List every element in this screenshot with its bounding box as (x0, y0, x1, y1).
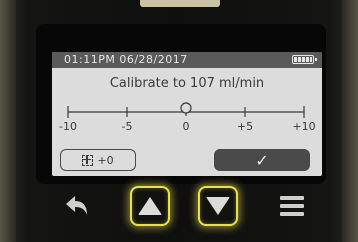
hardware-keypad (50, 186, 340, 230)
device-edge-left (0, 0, 16, 242)
scale-label-minus5: -5 (121, 120, 133, 133)
datetime: 01:11PM 06/28/2017 (64, 53, 188, 66)
down-triangle-icon (206, 197, 230, 215)
scale-label-minus10: -10 (59, 120, 77, 133)
menu-icon (280, 196, 304, 216)
scale-indicator-knob (180, 102, 192, 114)
zero-offset-label: +0 (97, 153, 114, 167)
up-key[interactable] (130, 186, 170, 226)
device-body: 01:11PM 06/28/2017 Calibrate to 107 ml/m… (0, 0, 358, 242)
scale-label-zero: 0 (182, 120, 190, 133)
battery-full-icon (292, 55, 317, 64)
lcd-screen: 01:11PM 06/28/2017 Calibrate to 107 ml/m… (52, 52, 322, 176)
checkmark-icon: ✓ (255, 150, 269, 170)
back-key[interactable] (58, 186, 98, 226)
calibration-scale[interactable]: -10 -5 0 +5 +10 (52, 100, 322, 140)
calibrate-title: Calibrate to 107 ml/min (109, 76, 265, 91)
up-triangle-icon (138, 197, 162, 215)
status-bar: 01:11PM 06/28/2017 (52, 52, 322, 68)
down-key[interactable] (198, 186, 238, 226)
scale-label-plus10: +10 (292, 120, 316, 133)
scale-label-plus5: +5 (236, 120, 254, 133)
device-top-nub (140, 0, 220, 7)
zero-offset-button[interactable]: +0 (60, 149, 136, 171)
zero-offset-icon (82, 154, 94, 166)
confirm-button[interactable]: ✓ (214, 149, 310, 171)
device-edge-right (342, 0, 358, 242)
menu-key[interactable] (272, 186, 312, 226)
back-arrow-icon (66, 196, 87, 215)
